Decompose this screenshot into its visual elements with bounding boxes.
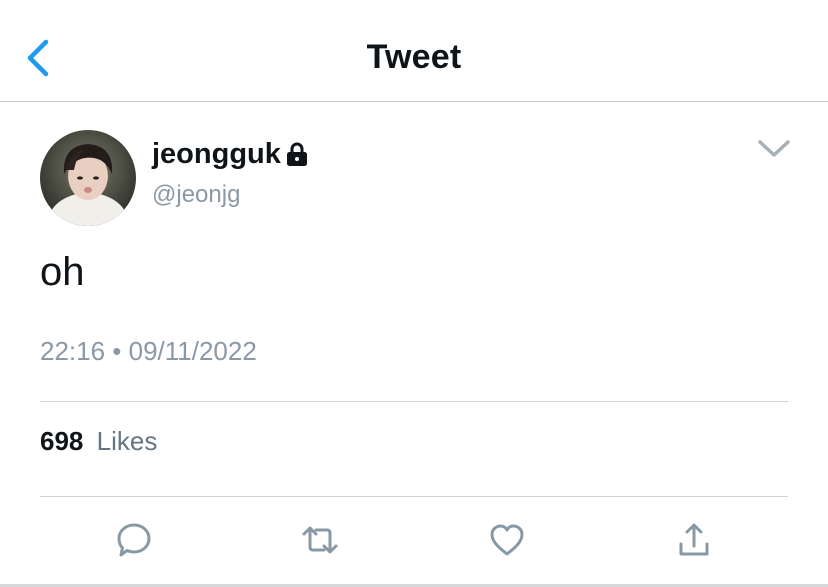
avatar-image [40, 130, 136, 226]
divider [40, 401, 788, 402]
retweet-icon[interactable] [300, 520, 340, 560]
user-handle[interactable]: @jeonjg [152, 181, 240, 209]
divider [40, 496, 788, 497]
share-icon[interactable] [674, 520, 714, 560]
lock-icon [286, 142, 307, 166]
tweet-text: oh [40, 250, 85, 294]
display-name[interactable]: jeongguk [152, 138, 281, 171]
reply-icon[interactable] [114, 520, 154, 560]
author-name-row[interactable]: jeongguk [152, 137, 310, 171]
heart-icon[interactable] [487, 520, 527, 560]
chevron-down-icon[interactable] [756, 134, 792, 162]
likes-count: 698 [40, 426, 84, 456]
top-bar: Tweet [0, 0, 828, 102]
likes-label: Likes [96, 426, 158, 456]
avatar[interactable] [40, 130, 136, 226]
tweet-timestamp: 22:16 • 09/11/2022 [40, 336, 257, 366]
page-title: Tweet [366, 38, 462, 76]
likes-row[interactable]: 698 Likes [40, 426, 157, 457]
